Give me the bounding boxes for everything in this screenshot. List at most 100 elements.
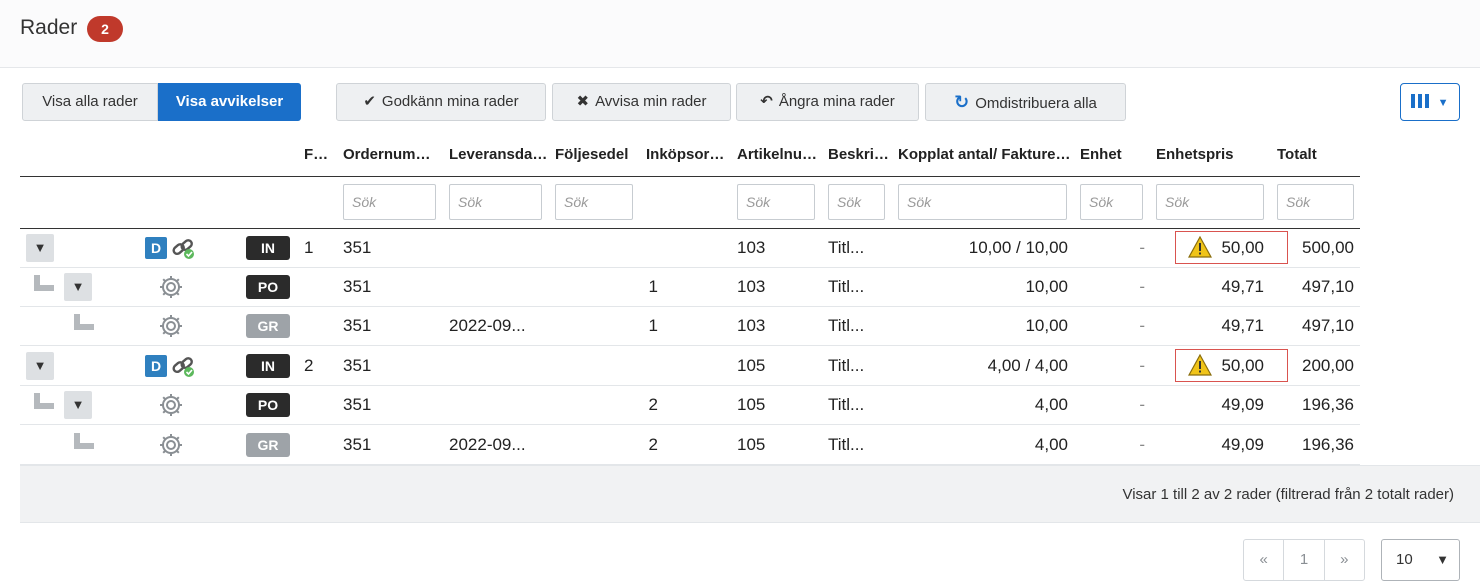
cell-desc: Titl... (828, 238, 865, 257)
pagination: « 1 » (1243, 539, 1365, 581)
col-header-fa[interactable]: Faktura rad (304, 146, 336, 166)
table-row[interactable]: GR 351 2022-09... 1 103 Titl... 10,00 - … (20, 306, 1360, 346)
cell-article: 103 (737, 316, 766, 335)
cell-qty: 10,00 (1025, 277, 1068, 296)
gear-icon[interactable] (158, 274, 184, 300)
col-header-article[interactable]: Artikelnummer (737, 146, 821, 166)
cell-price: 49,09 (1221, 395, 1264, 414)
cell-unit: - (1139, 395, 1145, 414)
cell-desc: Titl... (828, 316, 865, 335)
col-header-delivery[interactable]: Leveransdatum (449, 146, 549, 166)
chevron-down-icon[interactable]: ▼ (64, 273, 92, 301)
cell-desc: Titl... (828, 356, 865, 375)
x-icon: ✖ (576, 93, 590, 110)
reject-rows-button[interactable]: ✖ Avvisa min rader (552, 83, 731, 121)
cell-desc: Titl... (828, 435, 865, 454)
cell-qty: 10,00 (1025, 316, 1068, 335)
table-info-text: Visar 1 till 2 av 2 rader (filtrerad frå… (1122, 486, 1454, 503)
cell-article: 105 (737, 395, 766, 414)
gear-icon[interactable] (158, 432, 184, 458)
chevron-down-icon: ▼ (1436, 552, 1449, 567)
gear-icon[interactable] (158, 313, 184, 339)
cell-delivery (449, 228, 549, 267)
d-document-icon[interactable]: D (145, 237, 167, 259)
pager-page-1[interactable]: 1 (1283, 540, 1323, 580)
search-slip-input[interactable] (555, 184, 633, 220)
link-icon[interactable] (170, 236, 196, 260)
pager-prev-button[interactable]: « (1244, 540, 1283, 580)
search-desc-input[interactable] (828, 184, 885, 220)
show-deviations-label: Visa avvikelser (175, 93, 284, 110)
row-count-badge: 2 (87, 16, 123, 42)
page-header: Rader 2 (0, 0, 1480, 68)
d-document-icon[interactable]: D (145, 355, 167, 377)
table-row[interactable]: GR 351 2022-09... 2 105 Titl... 4,00 - 4… (20, 425, 1360, 465)
show-deviations-button[interactable]: Visa avvikelser (158, 83, 301, 121)
chevron-down-icon[interactable]: ▼ (64, 391, 92, 419)
cell-unit: - (1139, 356, 1145, 375)
col-header-qty[interactable]: Kopplat antal/ Fakturerat antal (898, 146, 1074, 166)
cell-qty: 4,00 (1034, 435, 1068, 454)
page-title: Rader (20, 16, 78, 39)
cell-total: 497,10 (1302, 277, 1354, 296)
cell-purchase: 2 (648, 395, 658, 414)
chevron-down-icon: ▼ (1437, 97, 1449, 109)
undo-rows-button[interactable]: ↶ Ångra mina rader (736, 83, 919, 121)
cell-qty: 4,00 (1034, 395, 1068, 414)
cell-price: 50,00 (1221, 356, 1264, 375)
cell-article: 105 (737, 435, 766, 454)
cell-qty: 4,00 / 4,00 (987, 356, 1068, 375)
col-header-slip[interactable]: Följesedel (555, 146, 640, 166)
gear-icon[interactable] (158, 392, 184, 418)
cell-order: 351 (343, 316, 372, 335)
cell-total: 497,10 (1302, 316, 1354, 335)
cell-article: 103 (737, 238, 766, 257)
search-price-input[interactable] (1156, 184, 1264, 220)
cell-order: 351 (343, 277, 372, 296)
link-icon[interactable] (170, 354, 196, 378)
cell-total: 500,00 (1302, 238, 1354, 257)
undo-label: Ångra mina rader (778, 93, 895, 110)
tree-connector-icon (34, 393, 54, 409)
col-header-purchase[interactable]: Inköpsordersrad (646, 146, 730, 166)
col-header-order[interactable]: Ordernummer (343, 146, 443, 166)
header-divider (20, 176, 1360, 177)
table-row[interactable]: ▼ D IN 2 351 105 Titl... 4,00 / 4,00 - 5… (20, 346, 1360, 386)
cell-unit: - (1139, 316, 1145, 335)
chevron-down-icon[interactable]: ▼ (26, 234, 54, 262)
col-header-total[interactable]: Totalt (1277, 146, 1357, 166)
col-header-price[interactable]: Enhetspris (1156, 146, 1261, 166)
cell-delivery (449, 346, 549, 385)
row-type-tag: GR (246, 314, 290, 338)
cell-total: 196,36 (1302, 435, 1354, 454)
page-size-select[interactable]: 10 ▼ (1381, 539, 1460, 581)
search-article-input[interactable] (737, 184, 815, 220)
col-header-desc[interactable]: Beskrivning (828, 146, 890, 166)
column-chooser-button[interactable]: ▼ (1400, 83, 1460, 121)
table-row[interactable]: ▼ D IN 1 351 103 Titl... 10,00 / 10,00 -… (20, 228, 1360, 268)
cell-desc: Titl... (828, 395, 865, 414)
table-row[interactable]: ▼ PO 351 2 105 Titl... 4,00 - 49,09 196,… (20, 385, 1360, 425)
search-unit-input[interactable] (1080, 184, 1143, 220)
cell-price: 49,71 (1221, 316, 1264, 335)
col-header-unit[interactable]: Enhet (1080, 146, 1140, 166)
table-row[interactable]: ▼ PO 351 1 103 Titl... 10,00 - 49,71 497… (20, 267, 1360, 307)
approve-rows-button[interactable]: ✔ Godkänn mina rader (336, 83, 546, 121)
search-delivery-input[interactable] (449, 184, 542, 220)
row-type-tag: GR (246, 433, 290, 457)
cell-delivery: 2022-09... (449, 316, 526, 335)
search-order-input[interactable] (343, 184, 436, 220)
cell-order: 351 (343, 238, 372, 257)
show-all-rows-button[interactable]: Visa alla rader (22, 83, 158, 121)
search-total-input[interactable] (1277, 184, 1354, 220)
search-qty-input[interactable] (898, 184, 1067, 220)
show-all-label: Visa alla rader (42, 93, 138, 110)
cell-total: 200,00 (1302, 356, 1354, 375)
pager-next-button[interactable]: » (1323, 540, 1364, 580)
cell-fa: 2 (304, 356, 314, 375)
undo-icon: ↶ (760, 93, 773, 110)
columns-icon (1411, 94, 1430, 108)
redistribute-all-button[interactable]: ↻ Omdistribuera alla (925, 83, 1126, 121)
chevron-down-icon[interactable]: ▼ (26, 352, 54, 380)
cell-purchase: 1 (648, 277, 658, 296)
